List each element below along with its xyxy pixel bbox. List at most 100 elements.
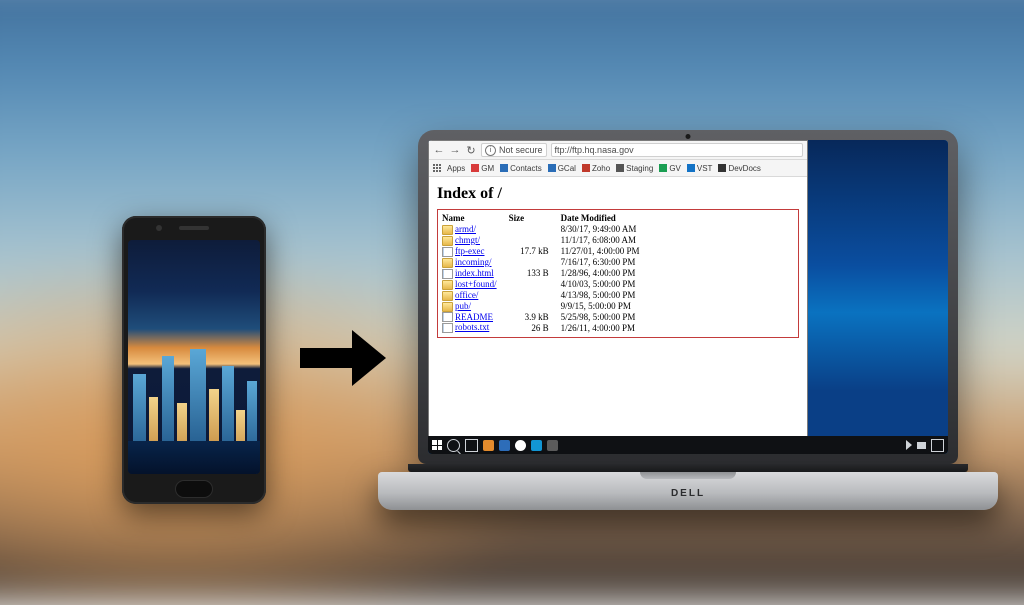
taskbar-app-icon[interactable] [499,440,510,451]
entry-link[interactable]: chmgt/ [455,235,480,245]
folder-icon [442,236,453,246]
taskbar-app-icon[interactable] [531,440,542,451]
laptop-deck: DELL [378,472,998,510]
bookmark-icon [500,164,508,172]
col-size: Size [509,212,561,224]
phone-screen [128,240,260,474]
laptop-lid: ← → ↻ i Not secure ftp://ftp.hq.nasa.gov [418,130,958,464]
file-icon [442,269,453,279]
entry-date: 4/13/98, 5:00:00 PM [561,290,652,301]
browser-window: ← → ↻ i Not secure ftp://ftp.hq.nasa.gov [428,140,808,438]
entry-link[interactable]: pub/ [455,301,471,311]
task-view-icon[interactable] [465,439,478,452]
bookmark-label: Zoho [592,164,610,173]
bookmark-item[interactable]: GCal [548,164,576,173]
page-body: Index of / Name Size Date Modified armd/… [429,177,807,437]
taskbar-app-icon[interactable] [515,440,526,451]
entry-size: 3.9 kB [509,312,549,322]
reload-button[interactable]: ↻ [465,144,477,156]
col-name: Name [442,212,509,224]
entry-link[interactable]: lost+found/ [455,279,497,289]
taskbar-app-icon[interactable] [547,440,558,451]
bookmark-label: GCal [558,164,576,173]
back-button[interactable]: ← [433,144,445,156]
entry-link[interactable]: robots.txt [455,322,489,332]
entry-link[interactable]: ftp-exec [455,246,484,256]
phone-earpiece [179,226,209,230]
tray-icon[interactable] [906,440,912,450]
notifications-icon[interactable] [931,439,944,452]
laptop-screen: ← → ↻ i Not secure ftp://ftp.hq.nasa.gov [428,140,948,454]
taskbar-app-icon[interactable] [483,440,494,451]
entry-date: 5/25/98, 5:00:00 PM [561,312,652,323]
entry-size: 26 B [509,323,549,333]
forward-button[interactable]: → [449,144,461,156]
directory-listing: Name Size Date Modified armd/8/30/17, 9:… [437,209,799,338]
entry-date: 9/9/15, 5:00:00 PM [561,301,652,312]
phone-home-button[interactable] [175,480,213,498]
entry-link[interactable]: index.html [455,268,494,278]
phone-wallpaper-skyline [128,345,260,474]
bookmark-item[interactable]: GM [471,164,494,173]
entry-link[interactable]: office/ [455,290,478,300]
url-text: ftp://ftp.hq.nasa.gov [555,145,634,155]
bookmark-item[interactable]: VST [687,164,713,173]
entry-date: 1/28/96, 4:00:00 PM [561,268,652,279]
bookmark-label: VST [697,164,713,173]
table-row: office/4/13/98, 5:00:00 PM [442,290,652,301]
bookmark-label: GV [669,164,681,173]
entry-size: 17.7 kB [509,246,549,256]
entry-link[interactable]: README [455,312,493,322]
security-label: Not secure [499,145,543,155]
taskbar-search-icon[interactable] [447,439,460,452]
entry-date: 8/30/17, 9:49:00 AM [561,224,652,235]
browser-toolbar: ← → ↻ i Not secure ftp://ftp.hq.nasa.gov [429,141,807,160]
bookmark-label: GM [481,164,494,173]
table-row: robots.txt 26 B 1/26/11, 4:00:00 PM [442,322,652,333]
laptop-hinge [408,464,968,472]
entry-date: 7/16/17, 6:30:00 PM [561,257,652,268]
table-row: incoming/7/16/17, 6:30:00 PM [442,257,652,268]
apps-label[interactable]: Apps [447,164,465,173]
bookmark-item[interactable]: GV [659,164,681,173]
bookmarks-bar: Apps GM Contacts GCal Zoho Staging GV VST DevDo… [429,160,807,177]
entry-link[interactable]: armd/ [455,224,476,234]
table-row: chmgt/11/1/17, 6:08:00 AM [442,235,652,246]
apps-icon[interactable] [433,164,441,172]
table-row: index.html 133 B 1/28/96, 4:00:00 PM [442,268,652,279]
bookmark-icon [687,164,695,172]
bookmark-label: DevDocs [728,164,760,173]
table-row: pub/9/9/15, 5:00:00 PM [442,301,652,312]
folder-icon [442,302,453,312]
address-bar[interactable]: ftp://ftp.hq.nasa.gov [551,143,803,157]
bookmark-item[interactable]: DevDocs [718,164,760,173]
bookmark-item[interactable]: Zoho [582,164,610,173]
windows-taskbar [428,436,948,454]
laptop-brand-label: DELL [671,488,705,499]
listing-table: Name Size Date Modified armd/8/30/17, 9:… [442,212,652,333]
bookmark-icon [582,164,590,172]
bookmark-label: Staging [626,164,653,173]
entry-date: 11/27/01, 4:00:00 PM [561,246,652,257]
arrow-right-icon [300,330,386,386]
table-row: ftp-exec 17.7 kB 11/27/01, 4:00:00 PM [442,246,652,257]
security-chip[interactable]: i Not secure [481,143,547,157]
file-icon [442,247,453,257]
folder-icon [442,225,453,235]
tray-icon[interactable] [917,442,926,449]
bookmark-icon [471,164,479,172]
bookmark-icon [659,164,667,172]
bookmark-item[interactable]: Contacts [500,164,542,173]
entry-link[interactable]: incoming/ [455,257,492,267]
bookmark-item[interactable]: Staging [616,164,653,173]
bookmark-label: Contacts [510,164,542,173]
file-icon [442,323,453,333]
entry-date: 1/26/11, 4:00:00 PM [561,322,652,333]
start-button[interactable] [432,440,442,450]
file-icon [442,312,453,322]
page-title: Index of / [437,185,799,203]
entry-size: 133 B [509,268,549,278]
entry-date: 4/10/03, 5:00:00 PM [561,279,652,290]
bookmark-list: GM Contacts GCal Zoho Staging GV VST DevDocs [471,164,761,173]
folder-icon [442,280,453,290]
